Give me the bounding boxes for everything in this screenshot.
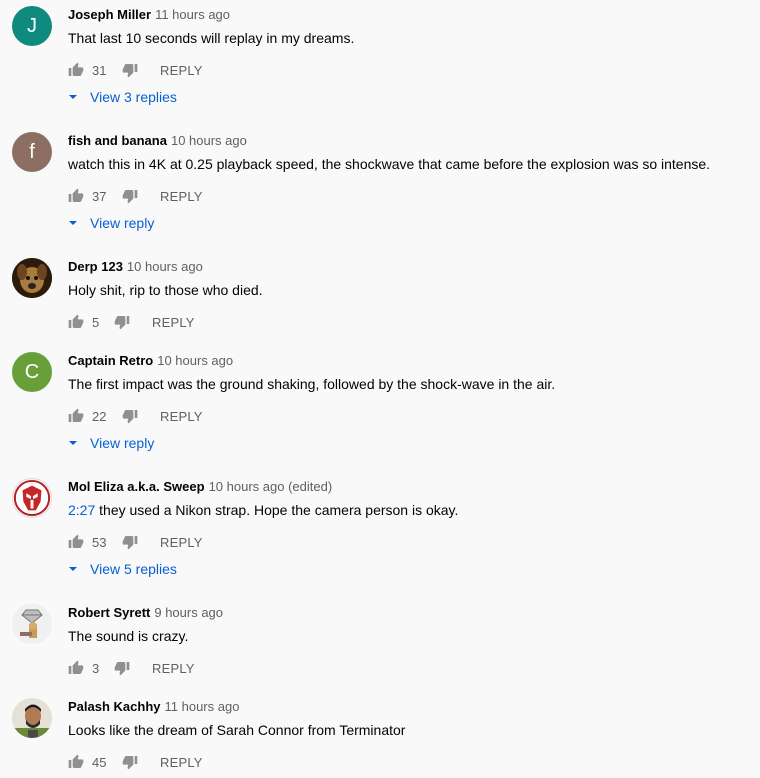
comment-text: watch this in 4K at 0.25 playback speed,… <box>68 156 711 172</box>
comment-actions: 3 REPLY <box>68 658 195 678</box>
comment-header: Mol Eliza a.k.a. Sweep 10 hours ago (edit… <box>68 478 332 496</box>
comment-time[interactable]: 11 hours ago <box>155 7 230 22</box>
comment-actions: 53 REPLY <box>68 532 203 552</box>
comment-time[interactable]: 9 hours ago <box>154 605 223 620</box>
video-timestamp-link[interactable]: 2:27 <box>68 502 95 518</box>
like-count: 5 <box>92 314 100 330</box>
cartoon-avatar[interactable] <box>12 604 52 644</box>
author-name[interactable]: Captain Retro <box>68 353 153 368</box>
author-name[interactable]: Palash Kachhy <box>68 699 161 714</box>
comment-time[interactable]: 10 hours ago <box>157 353 233 368</box>
author-name[interactable]: Mol Eliza a.k.a. Sweep <box>68 479 205 494</box>
avatar[interactable]: f <box>12 132 52 172</box>
thumbs-up-icon[interactable] <box>68 188 84 204</box>
thumbs-down-icon[interactable] <box>122 62 138 78</box>
comment-time[interactable]: 10 hours ago <box>127 259 203 274</box>
thumbs-up-icon[interactable] <box>68 408 84 424</box>
thumbs-down-icon[interactable] <box>122 188 138 204</box>
thumbs-down-icon[interactable] <box>122 408 138 424</box>
like-count: 45 <box>92 754 107 770</box>
like-count: 31 <box>92 62 107 78</box>
comment-text: Holy shit, rip to those who died. <box>68 282 263 298</box>
view-replies-button[interactable]: View reply <box>68 212 154 234</box>
thumbs-up-icon[interactable] <box>68 534 84 550</box>
reply-button[interactable]: REPLY <box>160 409 203 424</box>
reply-button[interactable]: REPLY <box>160 189 203 204</box>
reply-button[interactable]: REPLY <box>152 315 195 330</box>
caret-down-icon <box>68 218 78 228</box>
reply-button[interactable]: REPLY <box>160 63 203 78</box>
person-photo-avatar[interactable] <box>12 698 52 738</box>
view-replies-label: View 3 replies <box>90 89 177 105</box>
comment-actions: 37 REPLY <box>68 186 203 206</box>
reply-button[interactable]: REPLY <box>160 755 203 770</box>
autobot-logo-avatar[interactable] <box>12 478 52 518</box>
avatar[interactable]: C <box>12 352 52 392</box>
comment-actions: 22 REPLY <box>68 406 203 426</box>
thumbs-up-icon[interactable] <box>68 754 84 770</box>
comment-time[interactable]: 11 hours ago <box>165 699 240 714</box>
caret-down-icon <box>68 564 78 574</box>
comment-text: 2:27 they used a Nikon strap. Hope the c… <box>68 500 458 520</box>
comment-text: Looks like the dream of Sarah Connor fro… <box>68 722 406 738</box>
thumbs-up-icon[interactable] <box>68 62 84 78</box>
comment-text-body: they used a Nikon strap. Hope the camera… <box>99 502 459 518</box>
view-replies-button[interactable]: View 3 replies <box>68 86 177 108</box>
view-replies-label: View reply <box>90 435 155 451</box>
reply-button[interactable]: REPLY <box>160 535 203 550</box>
thumbs-up-icon[interactable] <box>68 314 84 330</box>
like-count: 3 <box>92 660 100 676</box>
view-replies-button[interactable]: View reply <box>68 432 154 454</box>
view-replies-label: View reply <box>90 215 155 231</box>
thumbs-down-icon[interactable] <box>122 534 138 550</box>
thumbs-down-icon[interactable] <box>114 660 130 676</box>
caret-down-icon <box>68 92 78 102</box>
comment-time[interactable]: 10 hours ago <box>171 133 247 148</box>
comment-actions: 45 REPLY <box>68 752 203 772</box>
comment-header: Palash Kachhy 11 hours ago <box>68 698 239 716</box>
comment-actions: 5 REPLY <box>68 312 195 332</box>
reply-button[interactable]: REPLY <box>152 661 195 676</box>
thumbs-down-icon[interactable] <box>114 314 130 330</box>
avatar[interactable]: J <box>12 6 52 46</box>
thumbs-up-icon[interactable] <box>68 660 84 676</box>
dog-photo-avatar[interactable] <box>12 258 52 298</box>
comment-header: fish and banana 10 hours ago <box>68 132 247 150</box>
author-name[interactable]: fish and banana <box>68 133 167 148</box>
comment-header: Joseph Miller 11 hours ago <box>68 6 230 24</box>
view-replies-label: View 5 replies <box>90 561 177 577</box>
comment-text: The first impact was the ground shaking,… <box>68 376 556 392</box>
like-count: 53 <box>92 534 107 550</box>
author-name[interactable]: Joseph Miller <box>68 7 151 22</box>
comment-header: Captain Retro 10 hours ago <box>68 352 233 370</box>
comment-header: Robert Syrett 9 hours ago <box>68 604 223 622</box>
comment-actions: 31 REPLY <box>68 60 203 80</box>
caret-down-icon <box>68 438 78 448</box>
comment-time[interactable]: 10 hours ago (edited) <box>209 479 333 494</box>
like-count: 22 <box>92 408 107 424</box>
thumbs-down-icon[interactable] <box>122 754 138 770</box>
author-name[interactable]: Robert Syrett <box>68 605 150 620</box>
like-count: 37 <box>92 188 107 204</box>
comment-header: Derp 123 10 hours ago <box>68 258 203 276</box>
view-replies-button[interactable]: View 5 replies <box>68 558 177 580</box>
comment-text: The sound is crazy. <box>68 628 189 644</box>
author-name[interactable]: Derp 123 <box>68 259 123 274</box>
comment-text: That last 10 seconds will replay in my d… <box>68 30 355 46</box>
